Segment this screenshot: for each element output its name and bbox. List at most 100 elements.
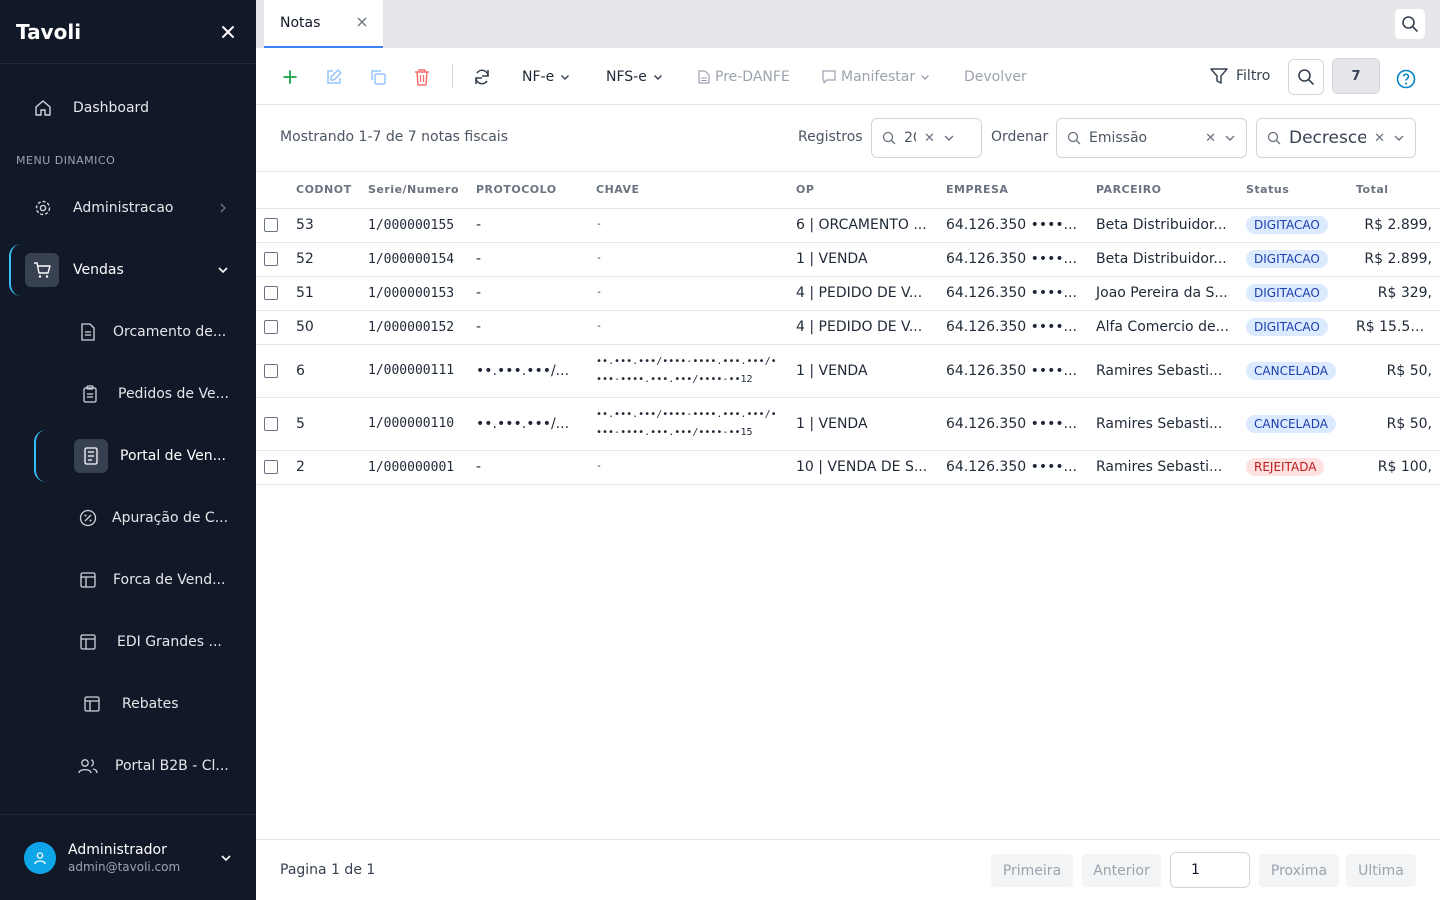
column-header[interactable]: PARCEIRO [1088, 172, 1238, 209]
layout-icon [82, 694, 102, 714]
sidebar-item-label: Portal B2B - Cl... [115, 758, 229, 774]
status-badge: DIGITACAO [1246, 250, 1328, 268]
column-header[interactable]: CHAVE [588, 172, 788, 209]
cell-op: 6 | ORCAMENTO ... [788, 208, 938, 243]
table-row[interactable]: 6 1/000000111 ••.•••.•••/... ••.•••.•••/… [256, 344, 1440, 398]
sidebar-item-administracao[interactable]: Administracao [0, 184, 256, 232]
count-badge[interactable]: 7 [1332, 58, 1380, 94]
clear-ordenar-button[interactable]: ✕ [1205, 131, 1216, 146]
edit-button[interactable] [320, 48, 348, 105]
cell-empresa: 64.126.350 ••••... [938, 397, 1088, 451]
column-header[interactable]: Serie/Numero [360, 172, 468, 209]
sidebar-subitem-portal-vendas[interactable]: Portal de Ven... [0, 432, 256, 480]
nfe-dropdown[interactable]: NF-e [522, 48, 570, 105]
cell-parceiro: Beta Distribuidor... [1088, 208, 1238, 243]
sidebar-subitem-orcamento[interactable]: Orcamento de... [0, 308, 256, 356]
cell-serie: 1/000000001 [360, 450, 468, 485]
column-header[interactable]: Total [1348, 172, 1440, 209]
cell-protocolo: - [468, 310, 588, 345]
receipt-icon [74, 439, 108, 473]
chevron-down-icon [1394, 135, 1404, 141]
column-header[interactable]: CODNOT [288, 172, 360, 209]
sidebar-subitem-rebates[interactable]: Rebates [0, 680, 256, 728]
add-button[interactable] [276, 48, 304, 105]
nfse-dropdown[interactable]: NFS-e [606, 48, 663, 105]
clear-registros-button[interactable]: ✕ [924, 131, 935, 146]
status-badge: DIGITACAO [1246, 318, 1328, 336]
column-header[interactable]: OP [788, 172, 938, 209]
cell-codnot: 6 [288, 344, 360, 398]
sidebar-subitem-edi[interactable]: EDI Grandes ... [0, 618, 256, 666]
first-page-button[interactable]: Primeira [991, 854, 1073, 887]
row-checkbox[interactable] [264, 363, 278, 378]
row-checkbox[interactable] [264, 218, 278, 232]
manifestar-dropdown[interactable]: Manifestar [822, 48, 930, 105]
ordenar-select[interactable]: Emissão ✕ [1056, 118, 1247, 158]
chevron-down-icon [944, 135, 954, 141]
chevron-down-icon [921, 74, 930, 80]
filter-button[interactable]: Filtro [1210, 60, 1270, 92]
sidebar-item-label: Forca de Vend... [113, 572, 226, 588]
user-name: Administrador [68, 841, 167, 858]
table-row[interactable]: 5 1/000000110 ••.•••.•••/... ••.•••.•••/… [256, 397, 1440, 451]
tab-notas[interactable]: Notas [264, 0, 383, 48]
sidebar-subitem-portal-b2b[interactable]: Portal B2B - Cl... [0, 742, 256, 790]
filter-icon [1210, 68, 1228, 84]
column-header[interactable]: Status [1238, 172, 1348, 209]
home-icon [33, 98, 53, 118]
cell-chave: ••.•••.•••/••••-••••.•••.•••/• •••-••••.•… [588, 344, 788, 398]
row-checkbox[interactable] [264, 286, 278, 300]
previous-page-button[interactable]: Anterior [1082, 854, 1161, 887]
table-row[interactable]: 53 1/000000155 - - 6 | ORCAMENTO ... 64.… [256, 208, 1440, 243]
row-checkbox[interactable] [264, 252, 278, 266]
clear-direction-button[interactable]: ✕ [1374, 131, 1385, 146]
refresh-button[interactable] [468, 48, 496, 105]
row-checkbox[interactable] [264, 416, 278, 431]
page-number-input[interactable] [1170, 852, 1250, 888]
table-row[interactable]: 52 1/000000154 - - 1 | VENDA 64.126.350 … [256, 242, 1440, 277]
search-icon [1298, 69, 1314, 85]
chave-line: •••-••••.•••.•••/••••-••15 [596, 426, 753, 438]
column-header[interactable]: EMPRESA [938, 172, 1088, 209]
cell-total: R$ 2.899, [1348, 208, 1440, 243]
devolver-button[interactable]: Devolver [964, 48, 1027, 105]
sidebar-subitem-apuracao[interactable]: Apuração de C... [0, 494, 256, 542]
cell-serie: 1/000000152 [360, 310, 468, 345]
menu-section-label: MENU DINAMICO [16, 154, 116, 167]
registros-select[interactable]: 20 ✕ [871, 118, 982, 158]
table-row[interactable]: 50 1/000000152 - - 4 | PEDIDO DE V... 64… [256, 310, 1440, 345]
status-badge: CANCELADA [1246, 361, 1336, 380]
row-checkbox[interactable] [264, 460, 278, 474]
table-header-row: CODNOT Serie/Numero PROTOCOLO CHAVE OP E… [256, 172, 1440, 209]
global-search-button[interactable] [1394, 8, 1426, 40]
cell-empresa: 64.126.350 ••••... [938, 208, 1088, 243]
help-button[interactable] [1394, 61, 1418, 97]
duplicate-button[interactable] [364, 48, 392, 105]
notas-table: CODNOT Serie/Numero PROTOCOLO CHAVE OP E… [256, 172, 1440, 485]
row-checkbox[interactable] [264, 320, 278, 334]
search-button[interactable] [1288, 59, 1324, 95]
registros-label: Registros [798, 129, 863, 145]
layout-icon [78, 570, 98, 590]
predanfe-button[interactable]: Pre-DANFE [698, 48, 790, 105]
cell-serie: 1/000000110 [360, 397, 468, 451]
chevron-down-icon [221, 854, 231, 861]
cell-parceiro: Joao Pereira da S... [1088, 276, 1238, 311]
direction-select[interactable]: Decrescente ✕ [1256, 118, 1416, 158]
cell-op: 4 | PEDIDO DE V... [788, 276, 938, 311]
delete-button[interactable] [408, 48, 436, 105]
table-row[interactable]: 51 1/000000153 - - 4 | PEDIDO DE V... 64… [256, 276, 1440, 311]
column-header[interactable]: PROTOCOLO [468, 172, 588, 209]
sidebar-subitem-pedidos[interactable]: Pedidos de Ve... [0, 370, 256, 418]
next-page-button[interactable]: Proxima [1259, 854, 1339, 887]
close-sidebar-button[interactable] [216, 20, 240, 44]
close-tab-button[interactable] [357, 15, 367, 31]
last-page-button[interactable]: Ultima [1346, 854, 1416, 887]
table-row[interactable]: 2 1/000000001 - - 10 | VENDA DE S... 64.… [256, 450, 1440, 485]
user-menu[interactable]: Administrador admin@tavoli.com [0, 814, 256, 900]
ordenar-value: Emissão [1089, 130, 1148, 146]
cell-op: 10 | VENDA DE S... [788, 450, 938, 485]
sidebar-item-vendas[interactable]: Vendas [0, 246, 256, 294]
sidebar-subitem-forca-vendas[interactable]: Forca de Vend... [0, 556, 256, 604]
sidebar-item-dashboard[interactable]: Dashboard [0, 84, 256, 132]
